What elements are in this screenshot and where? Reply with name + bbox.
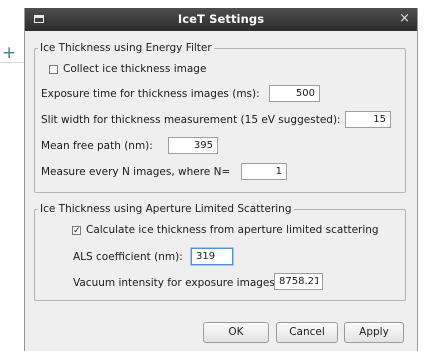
close-icon[interactable]: × [399,11,410,27]
energy-filter-group-title: Ice Thickness using Energy Filter [38,41,214,55]
title-bar[interactable]: IceT Settings × [25,8,417,31]
als-coefficient-field[interactable] [191,248,233,265]
icet-settings-dialog: IceT Settings × Ice Thickness using Ener… [24,8,418,351]
collect-thickness-checkbox[interactable] [49,65,58,74]
dialog-title: IceT Settings [177,12,265,26]
mean-free-path-label: Mean free path (nm): [41,140,153,152]
slit-width-field[interactable] [345,111,391,128]
aperture-scattering-group: Ice Thickness using Aperture Limited Sca… [34,202,406,301]
cancel-button[interactable]: Cancel [276,322,338,343]
exposure-time-label: Exposure time for thickness images (ms): [41,88,260,100]
calculate-thickness-label[interactable]: Calculate ice thickness from aperture li… [86,223,379,237]
exposure-time-field[interactable] [269,85,320,102]
background-divider [0,62,24,63]
calculate-thickness-checkbox[interactable]: ✓ [72,226,81,236]
measure-every-n-label: Measure every N images, where N= [41,166,231,178]
slit-width-label: Slit width for thickness measurement (15… [41,114,341,126]
screen: + IceT Settings × Ice Thickness using En… [0,0,427,351]
background-add-icon[interactable]: + [2,45,16,62]
als-coefficient-label: ALS coefficient (nm): [73,251,183,263]
energy-filter-group: Ice Thickness using Energy Filter Collec… [34,41,406,193]
collect-thickness-label[interactable]: Collect ice thickness image [63,62,206,76]
apply-button[interactable]: Apply [344,322,404,343]
mean-free-path-field[interactable] [168,137,218,154]
aperture-scattering-group-title: Ice Thickness using Aperture Limited Sca… [38,202,294,216]
vacuum-intensity-label: Vacuum intensity for exposure images: [73,277,279,289]
vacuum-intensity-field[interactable] [274,273,323,290]
ok-button[interactable]: OK [203,322,269,343]
measure-every-n-field[interactable] [241,163,287,180]
